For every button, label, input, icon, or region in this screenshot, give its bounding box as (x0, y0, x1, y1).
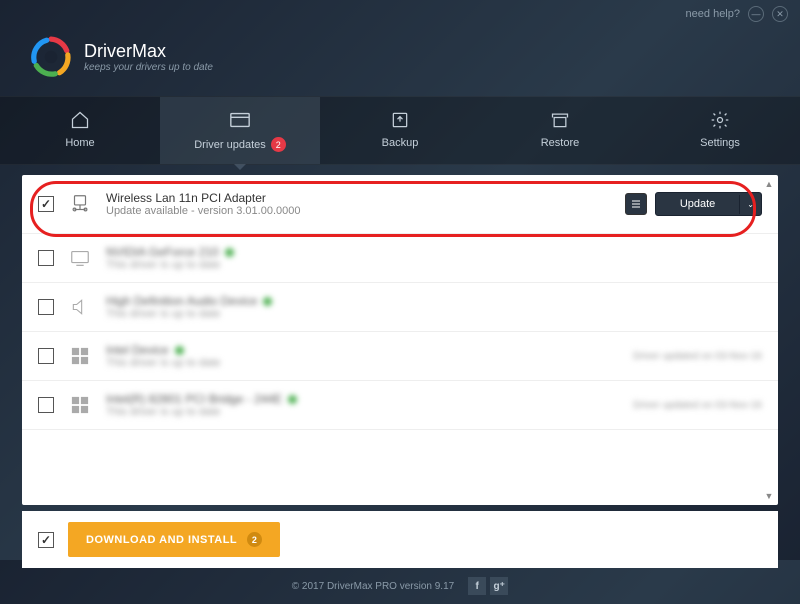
download-badge: 2 (247, 532, 262, 547)
driver-status: This driver is up to date (106, 406, 619, 418)
status-dot-icon (288, 395, 297, 404)
nav-label: Restore (541, 137, 580, 149)
status-dot-icon (175, 346, 184, 355)
nav-label: Backup (382, 137, 419, 149)
scroll-down-icon[interactable]: ▼ (765, 491, 774, 501)
main-nav: Home Driver updates 2 Backup Restore Sett… (0, 96, 800, 165)
app-subtitle: keeps your drivers up to date (84, 62, 213, 73)
driver-status: This driver is up to date (106, 308, 762, 320)
gear-icon (709, 109, 731, 131)
footer-panel: DOWNLOAD AND INSTALL 2 (22, 511, 778, 568)
windows-icon (68, 344, 92, 368)
nav-restore[interactable]: Restore (480, 97, 640, 164)
copyright-text: © 2017 DriverMax PRO version 9.17 (292, 581, 454, 592)
select-all-checkbox[interactable] (38, 532, 54, 548)
help-link[interactable]: need help? (686, 8, 740, 20)
app-title: DriverMax (84, 41, 213, 62)
driver-status: This driver is up to date (106, 357, 619, 369)
display-icon (68, 246, 92, 270)
status-dot-icon (225, 248, 234, 257)
driver-details-button[interactable] (625, 193, 647, 215)
driver-checkbox[interactable] (38, 348, 54, 364)
restore-icon (549, 109, 571, 131)
driver-status: This driver is up to date (106, 259, 762, 271)
scroll-up-icon[interactable]: ▲ (765, 179, 774, 189)
updates-icon (229, 109, 251, 131)
scrollbar[interactable]: ▲ ▼ (762, 179, 776, 501)
update-date: Driver updated on 03-Nov-16 (633, 351, 762, 362)
driver-name: Wireless Lan 11n PCI Adapter (106, 191, 611, 205)
nav-label: Driver updates (194, 139, 266, 151)
driver-name: High Definition Audio Device (106, 294, 257, 308)
windows-icon (68, 393, 92, 417)
driver-name: Intel(R) 82801 PCI Bridge - 244E (106, 392, 282, 406)
driver-name: NVIDIA GeForce 210 (106, 245, 219, 259)
driver-row[interactable]: High Definition Audio Device This driver… (22, 283, 778, 332)
app-header: DriverMax keeps your drivers up to date (0, 28, 800, 96)
driver-row-featured[interactable]: Wireless Lan 11n PCI Adapter Update avai… (22, 175, 778, 234)
google-plus-button[interactable]: g⁺ (490, 577, 508, 595)
status-dot-icon (263, 297, 272, 306)
nav-driver-updates[interactable]: Driver updates 2 (160, 97, 320, 164)
app-logo-icon (30, 36, 72, 78)
nav-backup[interactable]: Backup (320, 97, 480, 164)
bottom-bar: © 2017 DriverMax PRO version 9.17 f g⁺ (0, 568, 800, 604)
driver-row[interactable]: NVIDIA GeForce 210 This driver is up to … (22, 234, 778, 283)
driver-name: Intel Device (106, 343, 169, 357)
driver-checkbox[interactable] (38, 299, 54, 315)
driver-list-panel: Wireless Lan 11n PCI Adapter Update avai… (22, 175, 778, 505)
audio-icon (68, 295, 92, 319)
driver-checkbox[interactable] (38, 397, 54, 413)
close-button[interactable]: ✕ (772, 6, 788, 22)
update-dropdown[interactable]: ⌄ (739, 195, 761, 214)
nav-label: Home (65, 137, 94, 149)
home-icon (69, 109, 91, 131)
download-install-button[interactable]: DOWNLOAD AND INSTALL 2 (68, 522, 280, 557)
update-button[interactable]: Update⌄ (655, 192, 762, 216)
driver-row[interactable]: Intel(R) 82801 PCI Bridge - 244E This dr… (22, 381, 778, 430)
nav-settings[interactable]: Settings (640, 97, 800, 164)
updates-badge: 2 (271, 137, 286, 152)
facebook-button[interactable]: f (468, 577, 486, 595)
driver-row[interactable]: Intel Device This driver is up to date D… (22, 332, 778, 381)
driver-status: Update available - version 3.01.00.0000 (106, 205, 611, 217)
driver-checkbox[interactable] (38, 250, 54, 266)
update-date: Driver updated on 03-Nov-16 (633, 400, 762, 411)
driver-checkbox[interactable] (38, 196, 54, 212)
network-adapter-icon (68, 192, 92, 216)
nav-home[interactable]: Home (0, 97, 160, 164)
minimize-button[interactable]: — (748, 6, 764, 22)
backup-icon (389, 109, 411, 131)
nav-label: Settings (700, 137, 740, 149)
